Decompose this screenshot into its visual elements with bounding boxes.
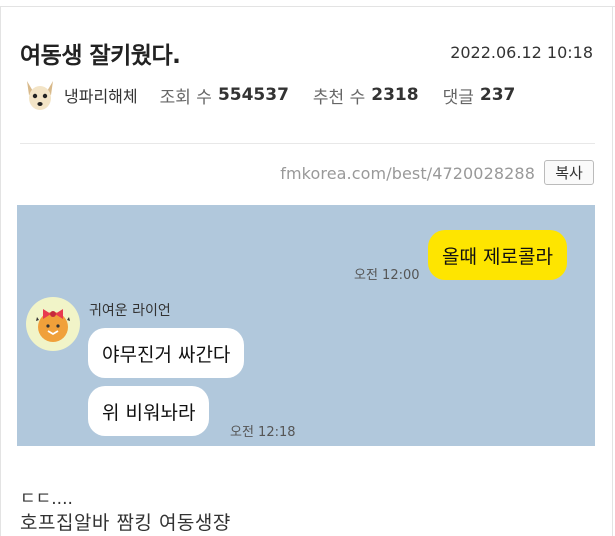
- post-body-line: 호프집알바 짬킹 여동생쟝: [20, 512, 231, 534]
- page-frame-top: [0, 6, 615, 7]
- post-url[interactable]: fmkorea.com/best/4720028288: [280, 164, 535, 183]
- chat-timestamp: 오전 12:18: [230, 425, 296, 440]
- header-divider: [20, 143, 595, 144]
- copy-url-button[interactable]: 복사: [544, 160, 594, 185]
- comments-count: 237: [479, 85, 516, 105]
- chat-sender-name: 귀여운 라이언: [89, 303, 171, 319]
- post-title: 여동생 잘키웠다.: [20, 43, 181, 69]
- page-frame-left: [0, 6, 1, 536]
- recommend-count: 2318: [371, 85, 419, 105]
- chat-bubble-mine: 올때 제로콜라: [428, 230, 567, 280]
- post-body-line: ㄷㄷ....: [20, 489, 73, 509]
- chat-message-text: 올때 제로콜라: [442, 245, 553, 268]
- comments-label: 댓글: [442, 87, 474, 108]
- chat-message-text: 야무진거 싸간다: [102, 343, 231, 366]
- author-name[interactable]: 냉파리해체: [64, 83, 138, 107]
- author-avatar[interactable]: [22, 77, 58, 113]
- sender-profile-icon: [26, 297, 80, 351]
- page-frame-right: [612, 6, 613, 536]
- post-meta: 냉파리해체 조회 수 554537 추천 수 2318 댓글 237: [22, 77, 539, 113]
- chat-message-text: 위 비워놔라: [102, 401, 196, 424]
- chat-timestamp: 오전 12:00: [354, 268, 420, 283]
- views-label: 조회 수: [159, 87, 212, 108]
- chat-bubble-other: 위 비워놔라: [88, 386, 210, 436]
- recommend-label: 추천 수: [312, 87, 366, 108]
- post-date: 2022.06.12 10:18: [450, 43, 593, 62]
- chat-bubble-other: 야무진거 싸간다: [88, 328, 245, 378]
- views-count: 554537: [217, 85, 289, 105]
- chat-screenshot: 올때 제로콜라 오전 12:00 귀여운 라이언 야무진거 싸간다 위 비워놔라…: [17, 205, 595, 446]
